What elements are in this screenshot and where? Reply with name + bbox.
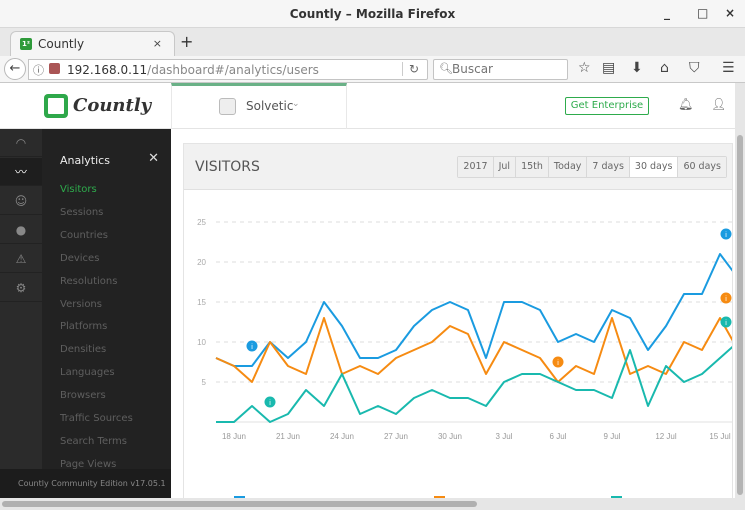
x-tick-label: 3 Jul (496, 432, 513, 441)
main-content: VISITORS 2017 Jul 15th Today 7 days 30 d… (171, 129, 745, 508)
menu-item-search-terms[interactable]: Search Terms (60, 436, 127, 447)
user-icon[interactable]: 👤︎ (711, 97, 726, 111)
x-tick-label: 15 Jul (709, 432, 731, 441)
visitors-chart[interactable]: 5 10 15 20 25 18 Jun 21 Jun 24 Jun 27 Jun 30 Jun 3… (184, 190, 732, 500)
y-tick-label: 10 (197, 338, 206, 347)
window-title: Countly – Mozilla Firefox (289, 7, 456, 21)
info-icon[interactable]: ⓘ (33, 62, 44, 78)
menu-item-languages[interactable]: Languages (60, 367, 115, 378)
home-icon[interactable]: ⌂ (660, 60, 669, 76)
period-today[interactable]: Today (547, 157, 587, 177)
url-bar[interactable]: ⓘ 192.168.0.11/dashboard#/analytics/user… (28, 59, 428, 80)
chevron-down-icon: ⌄ (292, 99, 300, 109)
pocket-icon[interactable]: ⛉ (689, 60, 700, 76)
x-tick-label: 21 Jun (276, 432, 300, 441)
x-tick-label: 24 Jun (330, 432, 354, 441)
navigation-bar: ← ⓘ 192.168.0.11/dashboard#/analytics/us… (0, 56, 745, 83)
reload-icon[interactable]: ↻ (401, 62, 419, 76)
crashes-icon[interactable]: ⚠ (0, 245, 42, 273)
browser-tab[interactable]: 1² Countly × (10, 31, 175, 56)
new-tab-button[interactable]: + (180, 32, 193, 51)
downloads-icon[interactable]: ⬇ (631, 60, 643, 76)
management-icon[interactable]: ⚙ (0, 274, 42, 302)
app-header: Countly Solvetic ⌄ Get Enterprise 🔔︎ 👤︎ (0, 83, 745, 129)
menu-item-densities[interactable]: Densities (60, 344, 106, 355)
menu-item-resolutions[interactable]: Resolutions (60, 276, 117, 287)
search-input[interactable] (452, 62, 562, 76)
y-tick-label: 25 (197, 218, 206, 227)
menu-item-visitors[interactable]: Visitors (60, 184, 97, 195)
vertical-scroll-thumb[interactable] (737, 135, 743, 495)
countly-logo-icon[interactable] (44, 94, 68, 118)
visitors-panel: VISITORS 2017 Jul 15th Today 7 days 30 d… (183, 143, 733, 508)
sidebar-footer: Countly Community Edition v17.05.1 (0, 469, 171, 499)
minimize-button[interactable]: _ (664, 6, 670, 20)
x-tick-label: 12 Jul (655, 432, 677, 441)
period-60-days[interactable]: 60 days (677, 157, 726, 177)
period-7-days[interactable]: 7 days (586, 157, 629, 177)
app-name: Solvetic (246, 99, 294, 113)
search-box[interactable]: 🔍︎ (433, 59, 568, 80)
menu-item-countries[interactable]: Countries (60, 230, 108, 241)
url-host: 192.168.0.11 (67, 63, 148, 77)
menu-item-platforms[interactable]: Platforms (60, 321, 107, 332)
back-button[interactable]: ← (4, 58, 26, 80)
version-text: Countly Community Edition v17.05.1 (18, 479, 166, 488)
panel-header: VISITORS 2017 Jul 15th Today 7 days 30 d… (184, 144, 732, 190)
reading-list-icon[interactable]: ▤ (602, 60, 615, 76)
x-tick-label: 27 Jun (384, 432, 408, 441)
x-tick-label: 9 Jul (604, 432, 621, 441)
period-selector: 2017 Jul 15th Today 7 days 30 days 60 da… (457, 156, 727, 178)
period-2017[interactable]: 2017 (458, 157, 493, 177)
logo-text[interactable]: Countly (73, 95, 151, 116)
menu-item-browsers[interactable]: Browsers (60, 390, 106, 401)
url-text[interactable]: 192.168.0.11/dashboard#/analytics/users (67, 63, 319, 77)
x-tick-label: 30 Jun (438, 432, 462, 441)
menu-item-devices[interactable]: Devices (60, 253, 99, 264)
page: Countly Solvetic ⌄ Get Enterprise 🔔︎ 👤︎ … (0, 83, 745, 508)
tab-label: Countly (38, 37, 85, 51)
x-tick-label: 18 Jun (222, 432, 246, 441)
menu-item-versions[interactable]: Versions (60, 299, 102, 310)
insecure-lock-icon[interactable] (49, 63, 60, 74)
bookmark-star-icon[interactable]: ☆ (578, 60, 591, 76)
bell-icon[interactable]: 🔔︎ (678, 97, 693, 111)
period-jul[interactable]: Jul (492, 157, 516, 177)
close-window-button[interactable]: × (725, 6, 735, 20)
tab-bar: 1² Countly × + (0, 28, 745, 56)
app-icon (219, 98, 236, 115)
get-enterprise-button[interactable]: Get Enterprise (565, 97, 649, 115)
dashboard-icon[interactable]: ◠ (0, 129, 42, 157)
events-icon[interactable]: ● (0, 216, 42, 244)
menu-icon[interactable]: ☰ (722, 60, 735, 76)
panel-title: VISITORS (195, 159, 260, 175)
vertical-scrollbar[interactable] (735, 83, 745, 498)
horizontal-scroll-thumb[interactable] (2, 501, 477, 507)
window-titlebar: Countly – Mozilla Firefox _ □ × (0, 0, 745, 28)
period-15th[interactable]: 15th (515, 157, 548, 177)
menu-title: Analytics (60, 154, 110, 167)
analytics-menu: Analytics ✕ Visitors Sessions Countries … (42, 129, 171, 470)
close-menu-icon[interactable]: ✕ (148, 151, 159, 166)
horizontal-scrollbar[interactable] (0, 498, 745, 510)
analytics-icon[interactable]: 〰 (0, 158, 42, 186)
period-30-days[interactable]: 30 days (628, 157, 678, 177)
sidebar-icons: ◠ 〰 ☺ ● ⚠ ⚙ (0, 129, 42, 499)
url-path: /dashboard#/analytics/users (147, 63, 319, 77)
close-tab-icon[interactable]: × (153, 37, 162, 50)
app-selector[interactable]: Solvetic ⌄ (171, 83, 347, 129)
countly-favicon-icon: 1² (20, 38, 32, 50)
search-icon: 🔍︎ (439, 62, 453, 75)
menu-item-traffic-sources[interactable]: Traffic Sources (60, 413, 133, 424)
engagement-icon[interactable]: ☺ (0, 187, 42, 215)
y-tick-label: 5 (202, 378, 207, 387)
y-tick-label: 15 (197, 298, 206, 307)
x-tick-label: 6 Jul (550, 432, 567, 441)
maximize-button[interactable]: □ (697, 6, 708, 20)
menu-item-sessions[interactable]: Sessions (60, 207, 103, 218)
y-tick-label: 20 (197, 258, 206, 267)
